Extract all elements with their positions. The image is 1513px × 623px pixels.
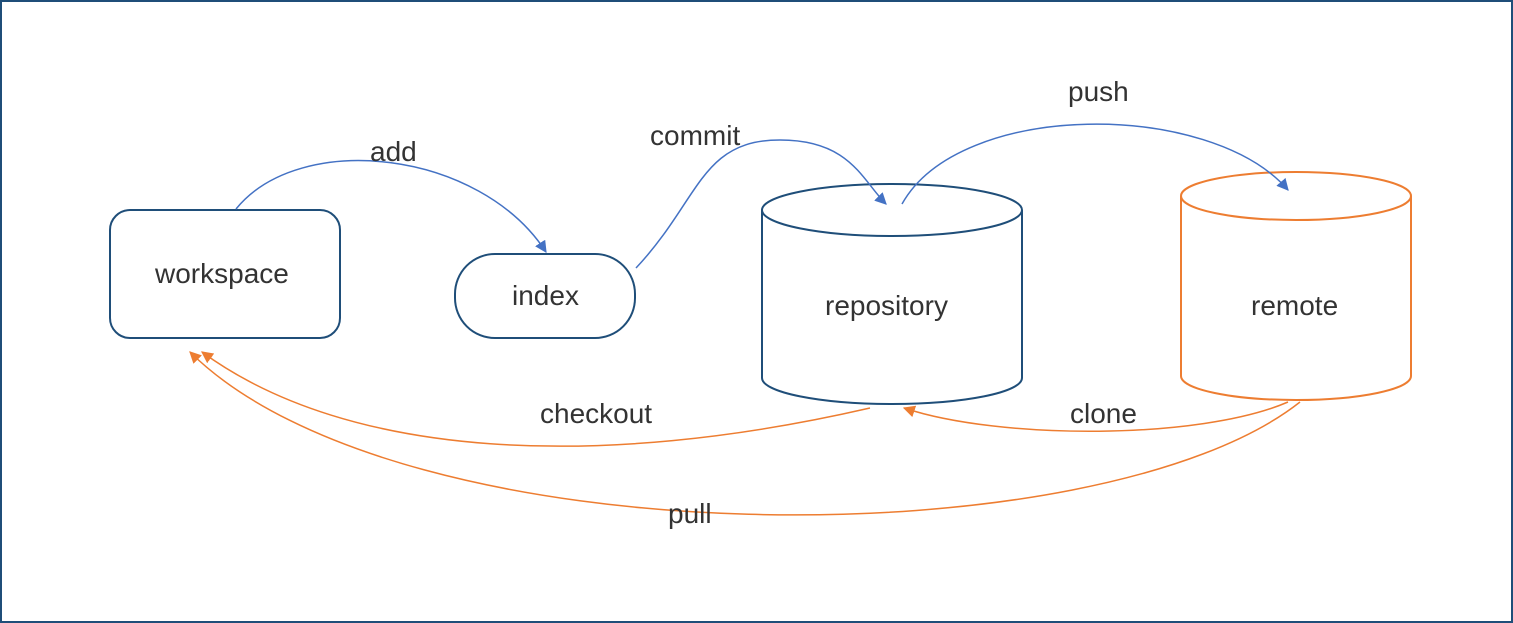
label-repository: repository — [825, 290, 948, 322]
arrow-pull — [190, 352, 1300, 515]
label-workspace: workspace — [155, 258, 289, 290]
label-checkout: checkout — [540, 398, 652, 430]
arrow-push — [902, 124, 1288, 204]
label-pull: pull — [668, 498, 712, 530]
label-index: index — [512, 280, 579, 312]
arrow-add — [236, 161, 546, 252]
label-clone: clone — [1070, 398, 1137, 430]
label-commit: commit — [650, 120, 740, 152]
label-add: add — [370, 136, 417, 168]
node-remote — [1181, 172, 1411, 400]
label-remote: remote — [1251, 290, 1338, 322]
arrow-checkout — [202, 352, 870, 446]
label-push: push — [1068, 76, 1129, 108]
